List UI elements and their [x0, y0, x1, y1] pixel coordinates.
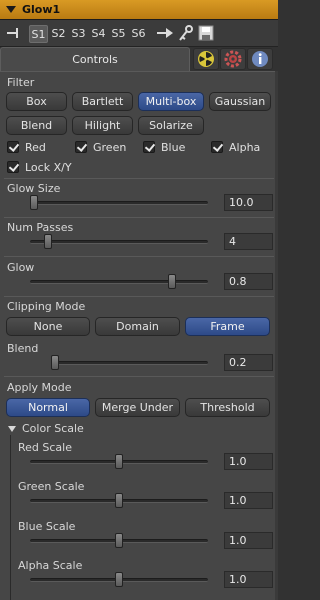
- clipping-frame-button[interactable]: Frame: [185, 317, 270, 336]
- slot-s6[interactable]: S6: [129, 25, 148, 43]
- arrow-right-icon[interactable]: [156, 27, 174, 39]
- info-icon: [252, 51, 268, 67]
- tab-controls[interactable]: Controls: [0, 47, 190, 72]
- filter-blend-button[interactable]: Blend: [6, 116, 67, 135]
- red-scale-value[interactable]: 1.0: [224, 453, 273, 470]
- clipping-domain-button[interactable]: Domain: [95, 317, 180, 336]
- filter-label: Filter: [7, 76, 35, 89]
- checkmark-icon: [143, 141, 155, 153]
- pin-icon[interactable]: [6, 27, 20, 39]
- key-icon[interactable]: [178, 24, 194, 42]
- filter-solarize-button[interactable]: Solarize: [138, 116, 204, 135]
- blend-label: Blend: [7, 342, 39, 355]
- alpha-scale-slider-thumb[interactable]: [115, 572, 123, 587]
- blue-scale-label: Blue Scale: [18, 520, 76, 533]
- slot-s5[interactable]: S5: [109, 25, 128, 43]
- num-passes-label: Num Passes: [7, 221, 74, 234]
- apply-threshold-button[interactable]: Threshold: [185, 398, 270, 417]
- divider: [4, 296, 274, 297]
- tab-settings[interactable]: [220, 48, 246, 70]
- checkmark-icon: [7, 141, 19, 153]
- glow-size-label: Glow Size: [7, 182, 61, 195]
- glow-label: Glow: [7, 261, 35, 274]
- checkmark-icon: [75, 141, 87, 153]
- blue-scale-value[interactable]: 1.0: [224, 532, 273, 549]
- filter-gaussian-button[interactable]: Gaussian: [209, 92, 271, 111]
- lock-xy-checkbox[interactable]: Lock X/Y: [7, 161, 72, 177]
- clipping-none-button[interactable]: None: [6, 317, 90, 336]
- red-scale-slider-thumb[interactable]: [115, 454, 123, 469]
- alpha-checkbox[interactable]: Alpha: [211, 141, 260, 157]
- node-title-bar[interactable]: Glow1: [0, 0, 278, 20]
- slot-s1[interactable]: S1: [29, 25, 48, 43]
- divider: [4, 376, 274, 377]
- color-scale-label: Color Scale: [22, 422, 84, 435]
- nest-indent-line: [10, 435, 11, 600]
- green-scale-slider-thumb[interactable]: [115, 493, 123, 508]
- red-checkbox[interactable]: Red: [7, 141, 46, 157]
- filter-hilight-button[interactable]: Hilight: [72, 116, 133, 135]
- apply-mode-label: Apply Mode: [7, 381, 72, 394]
- green-checkbox[interactable]: Green: [75, 141, 126, 157]
- glow-size-value[interactable]: 10.0: [224, 194, 273, 211]
- gear-icon: [224, 50, 242, 68]
- blue-checkbox[interactable]: Blue: [143, 141, 185, 157]
- slot-s3[interactable]: S3: [69, 25, 88, 43]
- filter-multibox-button[interactable]: Multi-box: [138, 92, 204, 111]
- filter-box-button[interactable]: Box: [6, 92, 67, 111]
- slot-s2[interactable]: S2: [49, 25, 68, 43]
- num-passes-slider-thumb[interactable]: [43, 234, 52, 249]
- tab-radioactive[interactable]: [193, 48, 219, 70]
- num-passes-value[interactable]: 4: [224, 233, 273, 250]
- panel-scrollbar[interactable]: [275, 71, 278, 600]
- slot-s4[interactable]: S4: [89, 25, 108, 43]
- glow-size-slider-thumb[interactable]: [29, 195, 38, 210]
- glow-value[interactable]: 0.8: [224, 273, 273, 290]
- green-scale-value[interactable]: 1.0: [224, 492, 273, 509]
- glow-slider[interactable]: [30, 280, 208, 284]
- checkmark-icon: [7, 161, 19, 173]
- radioactive-icon: [198, 51, 214, 67]
- alpha-scale-label: Alpha Scale: [18, 559, 83, 572]
- divider: [4, 217, 274, 218]
- chevron-down-icon: [8, 426, 16, 432]
- blend-value[interactable]: 0.2: [224, 354, 273, 371]
- glow-slider-thumb[interactable]: [168, 274, 177, 289]
- tab-info[interactable]: [247, 48, 273, 70]
- num-passes-slider[interactable]: [30, 240, 208, 244]
- alpha-scale-value[interactable]: 1.0: [224, 571, 273, 588]
- apply-normal-button[interactable]: Normal: [6, 398, 90, 417]
- apply-merge-under-button[interactable]: Merge Under: [95, 398, 180, 417]
- glow-size-slider[interactable]: [30, 201, 208, 205]
- clipping-mode-label: Clipping Mode: [7, 300, 86, 313]
- blue-scale-slider-thumb[interactable]: [115, 533, 123, 548]
- node-title: Glow1: [22, 3, 61, 16]
- save-icon[interactable]: [198, 25, 214, 41]
- divider: [4, 256, 274, 257]
- checkmark-icon: [211, 141, 223, 153]
- color-scale-toggle[interactable]: Color Scale: [8, 422, 84, 436]
- green-scale-label: Green Scale: [18, 480, 85, 493]
- filter-bartlett-button[interactable]: Bartlett: [72, 92, 133, 111]
- blend-slider-thumb[interactable]: [51, 355, 60, 370]
- divider: [4, 178, 274, 179]
- red-scale-label: Red Scale: [18, 441, 72, 454]
- blend-slider[interactable]: [52, 361, 208, 365]
- toolbar: S1 S2 S3 S4 S5 S6: [0, 20, 278, 47]
- collapse-arrow-icon[interactable]: [6, 6, 16, 13]
